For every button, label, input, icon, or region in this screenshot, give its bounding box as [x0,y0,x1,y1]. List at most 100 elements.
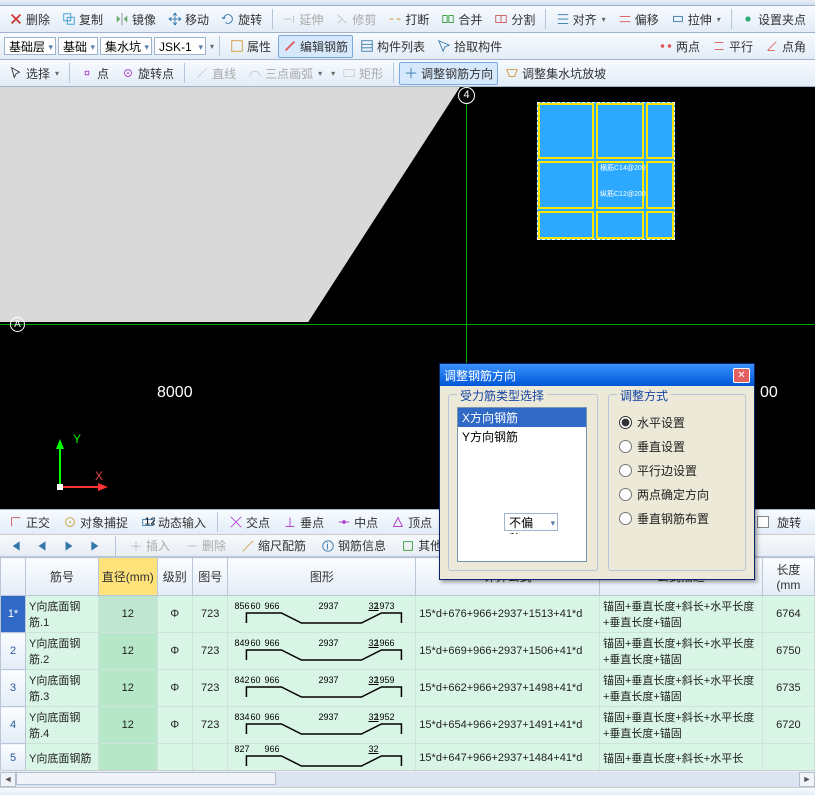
perp-snap[interactable]: 垂点 [278,511,329,534]
select-button[interactable]: 选择▾ [4,62,64,85]
radio-vertical[interactable]: 垂直设置 [619,438,735,455]
rebar-table[interactable]: 筋号 直径(mm) 级别 图号 图形 计算公式 公式描述 长度(mm 1* Y向… [0,556,815,770]
break-button[interactable]: 打断 [383,8,434,31]
component-list-button[interactable]: 构件列表 [355,35,430,58]
dimension-8000: 8000 [157,384,193,402]
adjust-rebar-direction-dialog: 调整钢筋方向 ✕ 受力筋类型选择 X方向钢筋 Y方向钢筋 调整方式 水平设置 垂… [439,363,755,580]
col-len[interactable]: 长度(mm [762,558,814,596]
close-icon[interactable]: ✕ [733,368,750,383]
scroll-right[interactable]: ► [799,772,815,787]
col-name[interactable]: 筋号 [26,558,99,596]
two-point-button[interactable]: 两点 [654,35,705,58]
radio-horizontal[interactable]: 水平设置 [619,414,735,431]
nav-last[interactable] [85,537,107,555]
arc-options-caret[interactable]: ▾ [331,69,335,78]
layer-combo[interactable]: 基础层 [4,37,56,55]
col-grade[interactable]: 级别 [157,558,192,596]
offset-mode-combo[interactable]: 不偏移 [504,513,558,531]
dynamic-input-toggle[interactable]: 12动态输入 [136,511,211,534]
subtype-combo[interactable]: 集水坑 [100,37,152,55]
ortho-toggle[interactable]: 正交 [4,511,55,534]
group-method-label: 调整方式 [617,387,671,404]
delete-button[interactable]: 删除 [4,8,55,31]
scale-rebar-button[interactable]: 缩尺配筋 [236,534,311,557]
radio-parallel-edge[interactable]: 平行边设置 [619,462,735,479]
move-button[interactable]: 移动 [163,8,214,31]
group-rebar-type-label: 受力筋类型选择 [457,387,547,404]
horizontal-scrollbar[interactable]: ◄ ► [0,770,815,787]
axis-line-horizontal [0,324,815,325]
copy-button[interactable]: 复制 [57,8,108,31]
table-row[interactable]: 3 Y向底面钢筋.3 12 Φ 723 842 966 60 2937 32 1… [1,670,815,707]
trim-button[interactable]: 修剪 [330,8,381,31]
svg-text:12: 12 [145,516,156,528]
list-item[interactable]: X方向钢筋 [458,408,586,427]
list-item[interactable]: Y方向钢筋 [458,427,586,446]
apex-snap[interactable]: 顶点 [386,511,437,534]
axis-x-label: X [95,469,103,483]
grid-bubble-4-top: 4 [458,87,475,104]
adjust-sump-slope-button[interactable]: 调整集水坑放坡 [500,62,611,85]
dialog-titlebar[interactable]: 调整钢筋方向 ✕ [440,364,754,386]
scroll-thumb[interactable] [16,772,276,785]
col-rownum[interactable] [1,558,26,596]
edit-rebar-button[interactable]: 编辑钢筋 [278,35,353,58]
align-button[interactable]: 对齐▾ [551,8,611,31]
rotate-point-button[interactable]: 旋转点 [116,62,179,85]
rect-button[interactable]: 矩形 [337,62,388,85]
rotate-checkbox[interactable] [757,516,769,528]
set-grip-button[interactable]: 设置夹点 [736,8,811,31]
radio-vertical-layout[interactable]: 垂直钢筋布置 [619,510,735,527]
footer-fragment [0,787,815,795]
three-arc-button[interactable]: 三点画弧▾ [243,62,327,85]
axis-y-label: Y [73,432,81,446]
mirror-button[interactable]: 镜像 [110,8,161,31]
table-row[interactable]: 1* Y向底面钢筋.1 12 Φ 723 856 966 60 2937 32 … [1,596,815,633]
scroll-left[interactable]: ◄ [0,772,16,787]
col-fig[interactable]: 图号 [192,558,227,596]
delete-row-button[interactable]: 删除 [180,534,231,557]
col-shape[interactable]: 图形 [228,558,416,596]
table-row[interactable]: 5 Y向底面钢筋 827 966 32 15*d+647+966+2937+14… [1,744,815,771]
insert-row-button[interactable]: 插入 [124,534,175,557]
mid-snap[interactable]: 中点 [332,511,383,534]
toolbar-layer: 基础层 基础 集水坑 JSK-1 ▾ 属性 编辑钢筋 构件列表 拾取构件 两点 … [0,33,815,60]
rotate-button[interactable]: 旋转 [216,8,267,31]
toolbar-edit: 删除 复制 镜像 移动 旋转 延伸 修剪 打断 合并 分割 对齐▾ 偏移 拉伸▾… [0,6,815,33]
parallel-button[interactable]: 平行 [707,35,758,58]
adjust-rebar-dir-button[interactable]: 调整钢筋方向 [399,62,498,85]
dropdown-caret[interactable]: ▾ [210,42,214,51]
intersect-snap[interactable]: 交点 [224,511,275,534]
point-angle-button[interactable]: 点角 [760,35,811,58]
stretch-button[interactable]: 拉伸▾ [666,8,726,31]
radio-two-point[interactable]: 两点确定方向 [619,486,735,503]
osnap-toggle[interactable]: 对象捕捉 [58,511,133,534]
rebar-info-button[interactable]: i钢筋信息 [316,534,391,557]
rebar-type-listbox[interactable]: X方向钢筋 Y方向钢筋 [457,407,587,562]
split-button[interactable]: 分割 [489,8,540,31]
nav-first[interactable] [4,537,26,555]
merge-button[interactable]: 合并 [436,8,487,31]
offset-button[interactable]: 偏移 [613,8,664,31]
table-row[interactable]: 4 Y向底面钢筋.4 12 Φ 723 834 966 60 2937 32 1… [1,707,815,744]
svg-text:i: i [326,540,328,552]
slab-shape [0,87,460,322]
col-dia[interactable]: 直径(mm) [99,558,157,596]
toolbar-draw: 选择▾ 点 旋转点 直线 三点画弧▾ ▾ 矩形 调整钢筋方向 调整集水坑放坡 [0,60,815,87]
rotate-label: 旋转 [775,514,803,531]
type-combo[interactable]: 基础 [58,37,98,55]
dimension-right: 00 [760,384,778,402]
table-row[interactable]: 2 Y向底面钢筋.2 12 Φ 723 849 966 60 2937 32 1… [1,633,815,670]
grid-bubble-a: A [10,317,25,332]
nav-prev[interactable] [31,537,53,555]
id-combo[interactable]: JSK-1 [154,37,206,55]
pick-component-button[interactable]: 拾取构件 [432,35,507,58]
point-button[interactable]: 点 [75,62,114,85]
properties-button[interactable]: 属性 [225,35,276,58]
drawing-canvas[interactable]: 8000 00 A 4 4 YX 横筋C14@200 纵筋C12@200 调整钢… [0,87,815,509]
line-button[interactable]: 直线 [190,62,241,85]
nav-next[interactable] [58,537,80,555]
dialog-title: 调整钢筋方向 [444,367,516,384]
extend-button[interactable]: 延伸 [277,8,328,31]
ucs-icon [50,437,110,497]
